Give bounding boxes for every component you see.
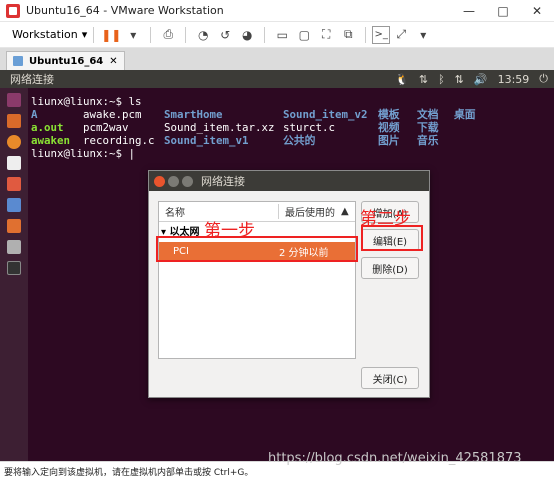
ls-entry: Sound_item_v2 [283,108,368,121]
status-text: 要将输入定向到该虚拟机，请在虚拟机内部单击或按 Ctrl+G。 [4,467,254,478]
toolbar-divider [264,26,266,43]
toolbar-divider [150,26,152,43]
ls-entry: 下载 [417,121,439,134]
software-icon[interactable] [7,219,21,233]
dialog-maximize-icon[interactable] [182,175,193,187]
ls-entry: A [31,108,38,121]
chevron-down-icon[interactable]: ▾ [122,24,144,46]
workstation-menu[interactable]: Workstation ▾ [12,28,87,41]
console-view-icon[interactable]: ▢ [293,24,315,46]
minimize-button[interactable]: — [452,0,486,22]
vmware-app-icon [6,3,20,18]
send-ctrl-alt-del-icon[interactable]: ⎙ [157,24,179,46]
ls-entry: 音乐 [417,134,439,147]
dialog-minimize-icon[interactable] [168,175,179,187]
vm-home-icon [13,56,23,66]
close-button[interactable]: ✕ [520,0,554,22]
toolbar-divider [93,26,95,43]
settings-icon[interactable] [7,240,21,254]
ls-entry: SmartHome [164,108,223,121]
step1-highlight-box [156,236,358,262]
vm-tab-bar: Ubuntu16_64 ✕ [0,48,554,70]
writer-icon[interactable] [7,156,21,170]
vmware-toolbar: Workstation ▾ ❚❚ ▾ ⎙ ◔ ↺ ◕ ▭ ▢ ⛶ ⧉ >_ ⤢ … [0,22,554,48]
ls-entry: recording.c [83,134,155,147]
terminal-prompt: liunx@liunx:~$ [31,147,129,160]
column-header-last-used[interactable]: 最后使用的 [279,204,335,219]
fullscreen-icon[interactable]: ⛶ [315,24,337,46]
ls-entry: 桌面 [454,108,476,121]
firefox-icon[interactable] [7,135,21,149]
window-controls: — □ ✕ [452,0,554,22]
step2-annotation: 第二步 [360,209,411,229]
dash-icon[interactable] [7,93,21,107]
terminal-line: A awake.pcm SmartHome Sound_item_v2 模板 文… [31,108,554,121]
watermark: https://blog.csdn.net/weixin_42581873 [268,451,522,466]
connections-list: 名称 最后使用的 ▲ ▾ 以太网 PCI 2 分钟以前 [158,201,356,359]
ls-entry: a.out [31,121,64,134]
ls-entry: 模板 [378,108,400,121]
text-cursor: | [128,147,136,160]
time-label[interactable]: 13:59 [498,73,530,86]
tab-ubuntu16-64[interactable]: Ubuntu16_64 ✕ [6,51,125,70]
ls-entry: 图片 [378,134,400,147]
terminal-line: awaken recording.c Sound_item_v1 公共的 图片 … [31,134,554,147]
tab-label: Ubuntu16_64 [29,55,104,67]
ls-entry: Sound_item.tar.xz [164,121,275,134]
maximize-button[interactable]: □ [486,0,520,22]
terminal-line: liunx@liunx:~$ ls [31,95,142,108]
ls-entry: awake.pcm [83,108,142,121]
ls-entry: 公共的 [283,134,316,147]
workstation-menu-label: Workstation [12,28,78,41]
toolbar-divider [365,26,367,43]
files-icon[interactable] [7,114,21,128]
network-icon[interactable]: ⇅ [455,73,464,86]
close-icon[interactable]: ✕ [109,56,117,67]
volume-icon[interactable]: 🔊 [474,73,488,86]
linux-penguin-icon[interactable]: 🐧 [395,73,409,86]
input-method-icon[interactable]: ⇅ [419,73,428,86]
revert-snapshot-icon[interactable]: ↺ [214,24,236,46]
terminal-line: liunx@liunx:~$ | [31,147,554,160]
unity-icon[interactable]: ⧉ [337,24,359,46]
sort-ascending-icon: ▲ [341,206,349,217]
impress-icon[interactable] [7,198,21,212]
window-titlebar: Ubuntu16_64 - VMware Workstation — □ ✕ [0,0,554,22]
terminal-icon[interactable]: >_ [372,25,391,44]
ls-entry: sturct.c [283,121,336,134]
snapshot-icon[interactable]: ◔ [192,24,214,46]
ls-entry: 文档 [417,108,439,121]
pause-icon[interactable]: ❚❚ [100,24,122,46]
sidebar-view-icon[interactable]: ▭ [271,24,293,46]
dialog-titlebar: 网络连接 [149,171,429,191]
panel-title: 网络连接 [10,73,54,86]
window-title: Ubuntu16_64 - VMware Workstation [26,4,224,17]
delete-button[interactable]: 删除(D) [361,257,419,279]
chevron-down-icon[interactable]: ▾ [412,24,434,46]
terminal-line: a.out pcm2wav Sound_item.tar.xz sturct.c… [31,121,554,134]
power-icon[interactable]: ⏻ [539,72,548,86]
ls-entry: pcm2wav [83,121,129,134]
list-header: 名称 最后使用的 ▲ [159,202,355,222]
dialog-window-controls [154,175,193,187]
dialog-close-icon[interactable] [154,175,165,187]
step1-annotation: 第一步 [204,221,255,241]
ubuntu-top-panel: 网络连接 🐧 ⇅ ᛒ ⇅ 🔊 13:59 ⏻ [0,70,554,88]
toolbar-divider [185,26,187,43]
dialog-title: 网络连接 [201,175,245,188]
ls-entry: awaken [31,134,71,147]
panel-indicators: 🐧 ⇅ ᛒ ⇅ 🔊 13:59 ⏻ [395,72,554,86]
ls-entry: 视频 [378,121,400,134]
ubuntu-launcher [0,88,28,461]
terminal-app-icon[interactable] [7,261,21,275]
snapshot-manager-icon[interactable]: ◕ [236,24,258,46]
bluetooth-icon[interactable]: ᛒ [438,73,445,86]
chevron-down-icon: ▾ [81,28,88,41]
stretch-icon[interactable]: ⤢ [390,24,412,46]
calc-icon[interactable] [7,177,21,191]
close-dialog-button[interactable]: 关闭(C) [361,367,419,389]
ls-entry: Sound_item_v1 [164,134,249,147]
